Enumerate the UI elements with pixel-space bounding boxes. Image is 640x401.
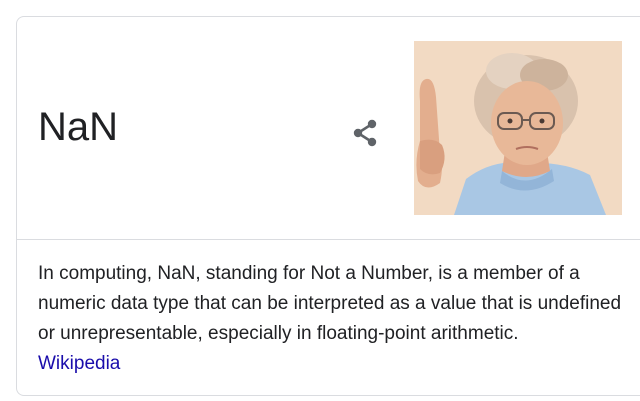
- panel-image[interactable]: [414, 41, 622, 215]
- description-text: In computing, NaN, standing for Not a Nu…: [38, 263, 622, 344]
- woman-pointing-image: [414, 41, 622, 215]
- panel-title: NaN: [38, 105, 119, 149]
- panel-description: In computing, NaN, standing for Not a Nu…: [38, 259, 638, 379]
- share-icon: [353, 119, 377, 147]
- panel-header: NaN: [17, 17, 640, 240]
- wikipedia-link[interactable]: Wikipedia: [38, 353, 120, 374]
- share-button[interactable]: [347, 115, 383, 151]
- knowledge-panel: NaN In computing, NaN, standing for Not …: [16, 16, 640, 396]
